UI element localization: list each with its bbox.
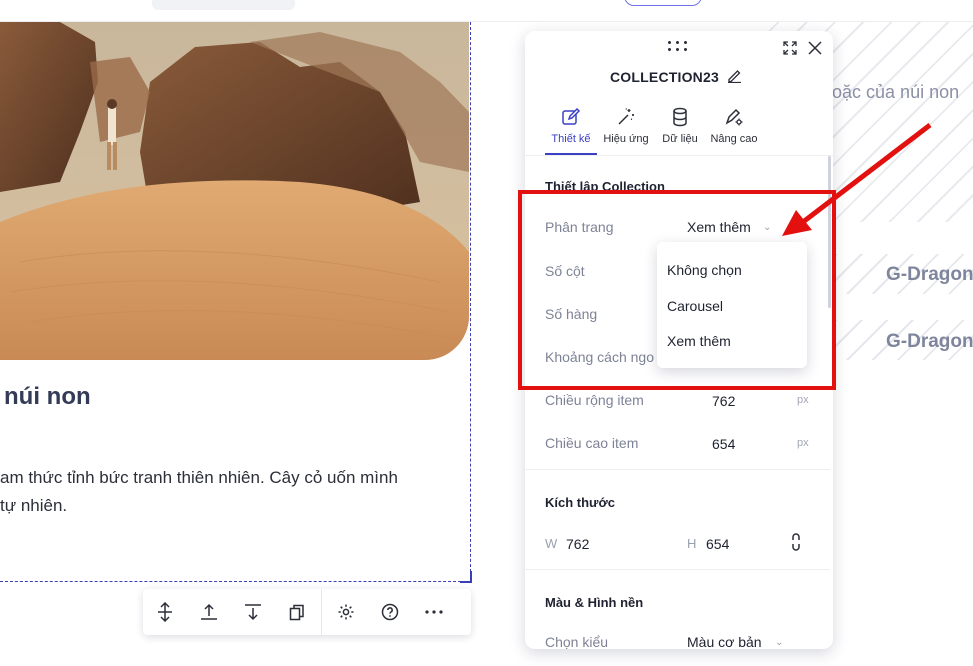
editor-stage: hoặc của núi non G-Dragon G-Dragon núi n… — [0, 0, 973, 666]
annotation-arrow — [782, 123, 932, 236]
